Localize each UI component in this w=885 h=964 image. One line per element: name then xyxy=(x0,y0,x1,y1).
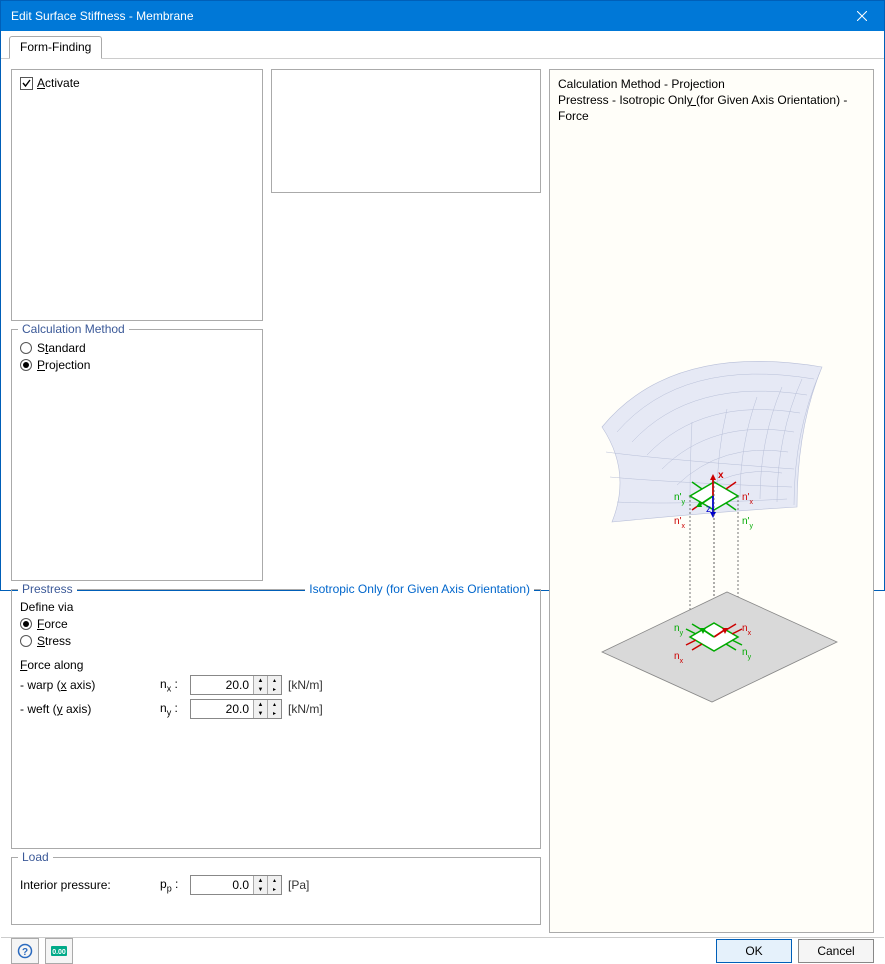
force-along-label: Force along xyxy=(20,658,532,672)
nx-unit: [kN/m] xyxy=(288,678,323,692)
radio-projection-label: Projection xyxy=(37,358,90,372)
activate-group: Activate xyxy=(11,69,263,321)
radio-icon xyxy=(20,635,32,647)
membrane-diagram-icon: n'y n'x n'x n'y x xyxy=(562,337,862,717)
svg-text:x: x xyxy=(718,470,724,481)
info-line1: Calculation Method - Projection xyxy=(558,76,865,92)
load-title: Load xyxy=(18,850,53,864)
ny-step-buttons[interactable]: ▲▼ xyxy=(253,700,267,718)
tab-form-finding[interactable]: Form-Finding xyxy=(9,36,102,59)
field-pp: Interior pressure: pp : ▲▼ ▴▸ [Pa] xyxy=(20,874,532,896)
nx-input[interactable] xyxy=(191,676,253,694)
activate-label: Activate xyxy=(37,76,80,90)
ny-unit: [kN/m] xyxy=(288,702,323,716)
radio-icon xyxy=(20,359,32,371)
ny-extra-buttons[interactable]: ▴▸ xyxy=(267,700,281,718)
prestress-title: Prestress xyxy=(18,582,77,596)
top-row: Activate Calculation Method Standard Pro… xyxy=(11,69,541,589)
radio-icon xyxy=(20,342,32,354)
svg-text:?: ? xyxy=(22,947,28,958)
svg-text:n'y: n'y xyxy=(742,516,753,530)
radio-icon xyxy=(20,618,32,630)
info-header: Calculation Method - Projection Prestres… xyxy=(558,76,865,125)
radio-force[interactable]: Force xyxy=(20,617,532,631)
dialog-window: Edit Surface Stiffness - Membrane Form-F… xyxy=(0,0,885,591)
radio-projection[interactable]: Projection xyxy=(20,358,254,372)
units-icon: 0.00 xyxy=(50,943,68,959)
weft-label: - weft (y axis) xyxy=(20,702,160,716)
bottom-bar: ? 0.00 OK Cancel xyxy=(1,937,884,964)
pp-step-buttons[interactable]: ▲▼ xyxy=(253,876,267,894)
left-column: Activate Calculation Method Standard Pro… xyxy=(11,69,541,933)
content-area: Activate Calculation Method Standard Pro… xyxy=(1,59,884,937)
warp-label: - warp (x axis) xyxy=(20,678,160,692)
nx-extra-buttons[interactable]: ▴▸ xyxy=(267,676,281,694)
info-panel: Calculation Method - Projection Prestres… xyxy=(549,69,874,933)
checkbox-icon xyxy=(20,77,33,90)
pp-spinner[interactable]: ▲▼ ▴▸ xyxy=(190,875,282,895)
radio-stress-label: Stress xyxy=(37,634,71,648)
define-via-label: Define via xyxy=(20,600,532,614)
window-title: Edit Surface Stiffness - Membrane xyxy=(11,9,839,23)
pp-unit: [Pa] xyxy=(288,878,309,892)
nx-step-buttons[interactable]: ▲▼ xyxy=(253,676,267,694)
ok-button[interactable]: OK xyxy=(716,939,792,963)
svg-text:0.00: 0.00 xyxy=(52,949,66,956)
pp-input[interactable] xyxy=(191,876,253,894)
ny-symbol: ny : xyxy=(160,701,190,717)
cancel-button[interactable]: Cancel xyxy=(798,939,874,963)
field-nx: - warp (x axis) nx : ▲▼ ▴▸ [kN/m] xyxy=(20,674,532,696)
info-line2: Prestress - Isotropic Only (for Given Ax… xyxy=(558,92,865,124)
prestress-group: Prestress Isotropic Only (for Given Axis… xyxy=(11,589,541,849)
nx-spinner[interactable]: ▲▼ ▴▸ xyxy=(190,675,282,695)
interior-pressure-label: Interior pressure: xyxy=(20,878,160,892)
nx-symbol: nx : xyxy=(160,677,190,693)
radio-force-label: Force xyxy=(37,617,68,631)
radio-stress[interactable]: Stress xyxy=(20,634,532,648)
tab-strip: Form-Finding xyxy=(1,35,884,59)
title-bar: Edit Surface Stiffness - Membrane xyxy=(1,1,884,31)
svg-text:n'x: n'x xyxy=(674,516,685,530)
prestress-mode-label: Isotropic Only (for Given Axis Orientati… xyxy=(305,582,534,596)
ny-spinner[interactable]: ▲▼ ▴▸ xyxy=(190,699,282,719)
empty-panel xyxy=(271,69,541,193)
ny-input[interactable] xyxy=(191,700,253,718)
radio-standard-label: Standard xyxy=(37,341,86,355)
load-group: Load Interior pressure: pp : ▲▼ ▴▸ [Pa] xyxy=(11,857,541,925)
pp-symbol: pp : xyxy=(160,877,190,893)
help-button[interactable]: ? xyxy=(11,938,39,964)
field-ny: - weft (y axis) ny : ▲▼ ▴▸ [kN/m] xyxy=(20,698,532,720)
activate-checkbox[interactable]: Activate xyxy=(20,76,254,90)
pp-extra-buttons[interactable]: ▴▸ xyxy=(267,876,281,894)
units-button[interactable]: 0.00 xyxy=(45,938,73,964)
svg-text:z: z xyxy=(706,504,711,515)
radio-standard[interactable]: Standard xyxy=(20,341,254,355)
close-icon xyxy=(857,11,867,21)
calc-method-title: Calculation Method xyxy=(18,322,129,336)
help-icon: ? xyxy=(17,943,33,959)
close-button[interactable] xyxy=(839,1,884,31)
calculation-method-group: Calculation Method Standard Projection xyxy=(11,329,263,581)
preview-image: n'y n'x n'x n'y x xyxy=(558,129,865,926)
